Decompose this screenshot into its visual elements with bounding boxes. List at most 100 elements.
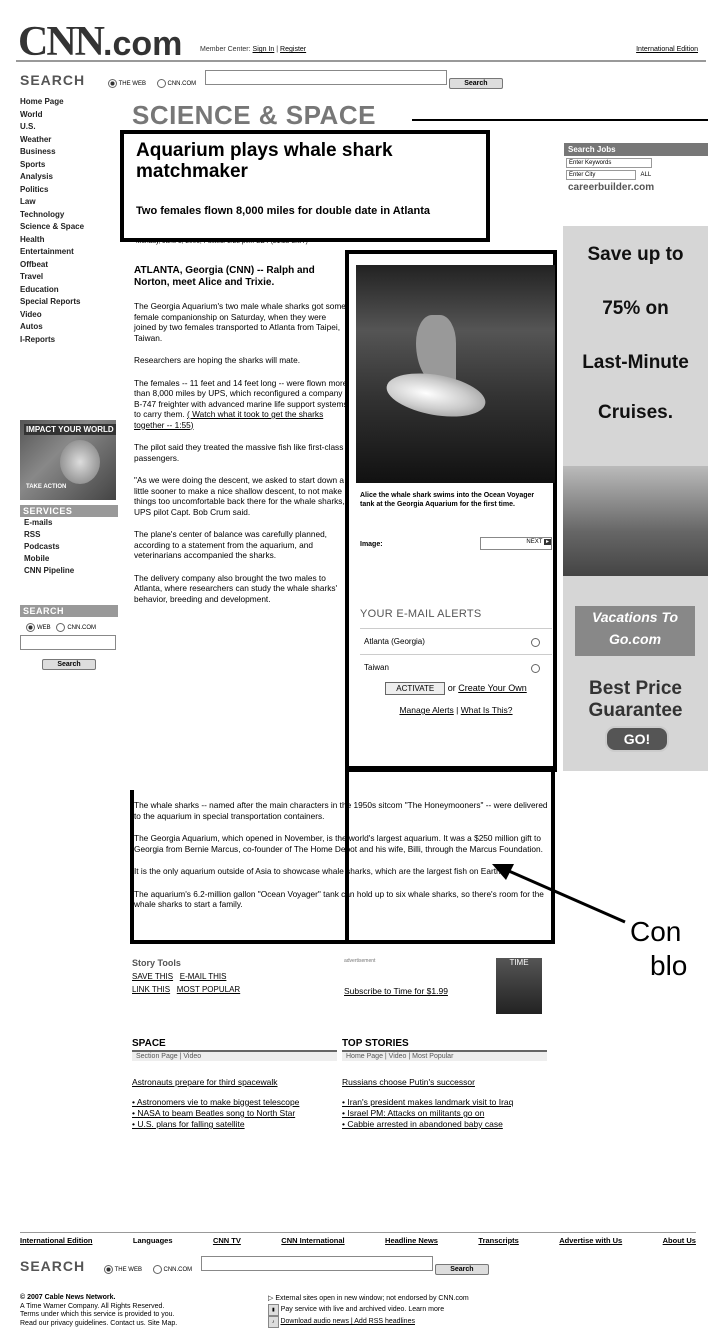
top-story-link[interactable]: • Iran's president makes landmark visit …: [342, 1097, 547, 1108]
alert-item[interactable]: Atlanta (Georgia): [360, 628, 552, 654]
nav-item[interactable]: Law: [20, 196, 118, 209]
cruise-ad[interactable]: Save up to 75% on Last-Minute Cruises. V…: [563, 226, 708, 771]
nav-item[interactable]: World: [20, 109, 118, 122]
radio-icon[interactable]: [152, 1264, 162, 1274]
services-panel: SERVICES E-mails RSS Podcasts Mobile CNN…: [20, 505, 118, 577]
alert-item[interactable]: Taiwan: [360, 654, 552, 680]
jobs-header: Search Jobs: [564, 143, 708, 156]
footer-link[interactable]: About Us: [663, 1236, 696, 1245]
top-story-link[interactable]: • Cabbie arrested in abandoned baby case: [342, 1119, 547, 1130]
create-alert-link[interactable]: Create Your Own: [458, 683, 527, 693]
footer-link[interactable]: Transcripts: [478, 1236, 518, 1245]
email-this-link[interactable]: E-MAIL THIS: [180, 972, 227, 981]
nav-item[interactable]: Entertainment: [20, 246, 118, 259]
radio-icon[interactable]: [103, 1264, 113, 1274]
search-option-web[interactable]: THE WEB: [107, 78, 146, 88]
manage-alerts-link[interactable]: Manage Alerts: [399, 705, 453, 715]
terms-line[interactable]: Terms under which this service is provid…: [20, 1311, 260, 1320]
space-story-link[interactable]: • NASA to beam Beatles song to North Sta…: [132, 1108, 337, 1119]
footer-link[interactable]: CNN TV: [213, 1236, 241, 1245]
footer-note[interactable]: Download audio news | Add RSS headlines: [280, 1318, 415, 1325]
image-next-label: NEXT: [526, 539, 543, 545]
search-button[interactable]: Search: [449, 78, 503, 89]
what-is-this-link[interactable]: What Is This?: [461, 705, 513, 715]
radio-icon[interactable]: [531, 664, 540, 673]
service-item[interactable]: Mobile: [20, 553, 118, 565]
subscribe-time-link[interactable]: Subscribe to Time for $1.99: [344, 986, 448, 996]
nav-item[interactable]: Analysis: [20, 171, 118, 184]
annotation-arrow-icon: [492, 864, 626, 924]
image-next-button[interactable]: NEXT ▸: [480, 537, 552, 550]
footer-search-input[interactable]: [200, 1256, 433, 1271]
service-item[interactable]: Podcasts: [20, 541, 118, 553]
promo-action[interactable]: TAKE ACTION: [26, 484, 66, 490]
space-top-story[interactable]: Astronauts prepare for third spacewalk: [132, 1077, 337, 1087]
sign-in-link[interactable]: Sign In: [253, 46, 275, 53]
space-story-link[interactable]: • Astronomers vie to make biggest telesc…: [132, 1097, 337, 1108]
left-search-input[interactable]: [20, 635, 116, 650]
left-search-cnn[interactable]: CNN.COM: [67, 625, 96, 631]
nav-item[interactable]: Science & Space: [20, 221, 118, 234]
radio-icon[interactable]: [56, 623, 66, 632]
international-edition-link[interactable]: International Edition: [636, 46, 698, 53]
impact-your-world-promo[interactable]: IMPACT YOUR WORLD TAKE ACTION: [20, 420, 116, 500]
nav-item[interactable]: Business: [20, 146, 118, 159]
top-stories-subnav[interactable]: Home Page | Video | Most Popular: [342, 1052, 547, 1061]
jobs-city-input[interactable]: Enter City: [566, 170, 636, 180]
left-search-button[interactable]: Search: [42, 659, 96, 670]
left-search-web[interactable]: WEB: [37, 625, 51, 631]
footer-link[interactable]: Advertise with Us: [559, 1236, 622, 1245]
register-link[interactable]: Register: [280, 46, 306, 53]
nav-item[interactable]: Health: [20, 234, 118, 247]
nav-item[interactable]: Sports: [20, 159, 118, 172]
nav-item[interactable]: Offbeat: [20, 259, 118, 272]
space-subnav[interactable]: Section Page | Video: [132, 1052, 337, 1061]
footer-link[interactable]: Languages: [133, 1236, 173, 1245]
careerbuilder-logo[interactable]: careerbuilder.com: [564, 180, 708, 195]
nav-item[interactable]: Education: [20, 284, 118, 297]
footer-link[interactable]: International Edition: [20, 1236, 93, 1245]
radio-icon[interactable]: [107, 78, 117, 88]
save-this-link[interactable]: SAVE THIS: [132, 972, 173, 981]
radio-icon[interactable]: [26, 623, 35, 632]
activate-button[interactable]: ACTIVATE: [385, 682, 446, 695]
search-input[interactable]: [204, 70, 447, 85]
radio-icon[interactable]: [531, 638, 540, 647]
link-this-link[interactable]: LINK THIS: [132, 985, 170, 994]
nav-item[interactable]: I-Reports: [20, 334, 118, 347]
jobs-all-select[interactable]: ALL: [641, 172, 652, 178]
nav-item[interactable]: Travel: [20, 271, 118, 284]
privacy-line[interactable]: Read our privacy guidelines. Contact us.…: [20, 1320, 260, 1329]
cnn-logo[interactable]: CNN.com: [18, 18, 182, 66]
nav-item[interactable]: Weather: [20, 134, 118, 147]
go-button[interactable]: GO!: [605, 726, 669, 752]
service-item[interactable]: RSS: [20, 529, 118, 541]
search-option-cnn[interactable]: CNN.COM: [156, 78, 196, 88]
pipeline-icon: ▮: [268, 1304, 279, 1316]
footer-link[interactable]: CNN International: [281, 1236, 344, 1245]
service-item[interactable]: CNN Pipeline: [20, 565, 118, 577]
nav-item[interactable]: Video: [20, 309, 118, 322]
top-story-headline[interactable]: Russians choose Putin's successor: [342, 1077, 547, 1087]
nav-item[interactable]: Autos: [20, 321, 118, 334]
space-story-link[interactable]: • U.S. plans for falling satellite: [132, 1119, 337, 1130]
radio-icon[interactable]: [156, 78, 166, 88]
nav-item[interactable]: Special Reports: [20, 296, 118, 309]
top-search-bar: SEARCH THE WEB CNN.COM Search: [20, 70, 503, 92]
footer-search-button[interactable]: Search: [435, 1264, 489, 1275]
nav-item[interactable]: Politics: [20, 184, 118, 197]
next-arrow-icon[interactable]: ▸: [543, 539, 551, 545]
nav-item[interactable]: Technology: [20, 209, 118, 222]
time-magazine-cover[interactable]: TIME: [496, 958, 542, 1014]
footer-search-cnn[interactable]: CNN.COM: [152, 1264, 192, 1274]
most-popular-link[interactable]: MOST POPULAR: [177, 985, 240, 994]
jobs-keywords-input[interactable]: Enter Keywords: [566, 158, 652, 168]
nav-item[interactable]: Home Page: [20, 96, 118, 109]
top-story-link[interactable]: • Israel PM: Attacks on militants go on: [342, 1108, 547, 1119]
ad-text: Save up to: [587, 244, 684, 265]
footer-note[interactable]: Pay service with live and archived video…: [281, 1306, 444, 1313]
nav-item[interactable]: U.S.: [20, 121, 118, 134]
service-item[interactable]: E-mails: [20, 517, 118, 529]
footer-search-web[interactable]: THE WEB: [103, 1264, 142, 1274]
footer-link[interactable]: Headline News: [385, 1236, 438, 1245]
